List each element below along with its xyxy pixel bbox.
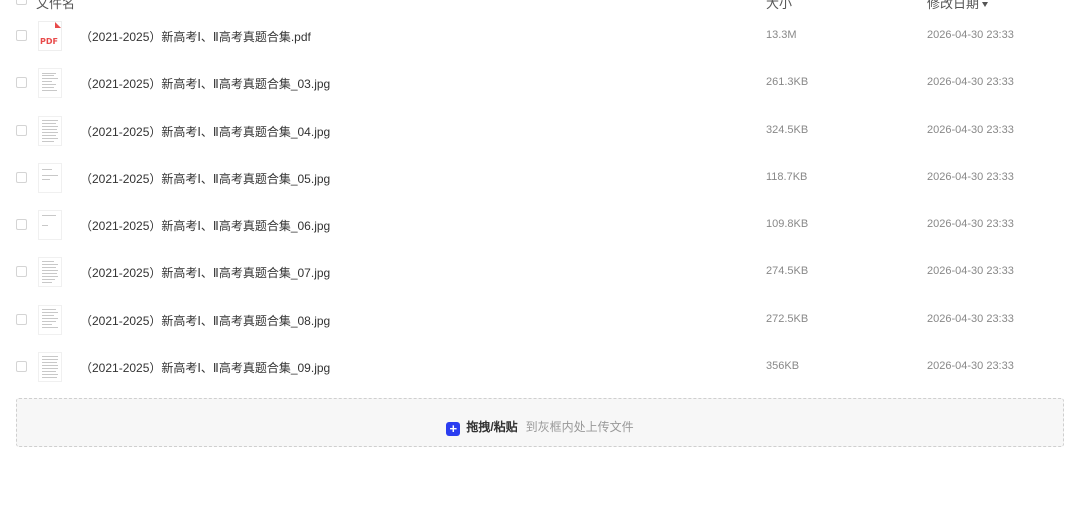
upload-dropzone-content: + 拖拽/粘贴 到灰框内处上传文件 (17, 418, 1063, 436)
row-checkbox[interactable] (16, 30, 27, 41)
file-modified-date: 2026-04-30 23:33 (927, 218, 1014, 231)
upload-dropzone[interactable]: + 拖拽/粘贴 到灰框内处上传文件 (16, 398, 1064, 447)
file-size: 356KB (766, 360, 800, 373)
file-list: PDF （2021-2025）新高考Ⅰ、Ⅱ高考真题合集.pdf 13.3M 2026-… (0, 12, 1080, 390)
file-row[interactable]: （2021-2025）新高考Ⅰ、Ⅱ高考真题合集_07.jpg 274.5KB 202… (0, 248, 1080, 295)
file-name[interactable]: （2021-2025）新高考Ⅰ、Ⅱ高考真题合集_08.jpg (80, 312, 330, 329)
file-modified-date: 2026-04-30 23:33 (927, 76, 1014, 89)
pdf-file-icon: PDF (38, 21, 62, 51)
column-header-size[interactable]: 大小 (766, 0, 792, 12)
row-checkbox[interactable] (16, 171, 27, 183)
image-thumbnail (38, 304, 62, 335)
file-name[interactable]: （2021-2025）新高考Ⅰ、Ⅱ高考真题合集_04.jpg (80, 123, 330, 140)
file-row[interactable]: （2021-2025）新高考Ⅰ、Ⅱ高考真题合集_09.jpg 356KB 2026-… (0, 343, 1080, 390)
file-list-page: 文件名 大小 修改日期 PDF （2021-2025）新高考Ⅰ、Ⅱ高考真题合集.p… (0, 0, 1080, 523)
file-size: 274.5KB (766, 265, 809, 278)
file-name[interactable]: （2021-2025）新高考Ⅰ、Ⅱ高考真题合集_06.jpg (80, 217, 330, 234)
select-all-checkbox[interactable] (16, 0, 27, 5)
row-checkbox[interactable] (16, 77, 27, 89)
file-row[interactable]: （2021-2025）新高考Ⅰ、Ⅱ高考真题合集_08.jpg 272.5KB 202… (0, 296, 1080, 343)
file-list-header: 文件名 大小 修改日期 (0, 0, 1080, 11)
upload-action-label[interactable]: 拖拽/粘贴 (466, 420, 517, 434)
file-row[interactable]: （2021-2025）新高考Ⅰ、Ⅱ高考真题合集_03.jpg 261.3KB 202… (0, 59, 1080, 106)
image-thumbnail (38, 68, 62, 99)
file-row[interactable]: （2021-2025）新高考Ⅰ、Ⅱ高考真题合集_06.jpg 109.8KB 202… (0, 201, 1080, 248)
file-modified-date: 2026-04-30 23:33 (927, 29, 1014, 41)
image-thumbnail (38, 352, 62, 383)
row-checkbox[interactable] (16, 219, 27, 231)
upload-hint: 到灰框内处上传文件 (525, 420, 634, 434)
sort-down-icon[interactable] (982, 2, 989, 8)
row-checkbox[interactable] (16, 361, 27, 373)
row-checkbox[interactable] (16, 266, 27, 278)
plus-icon[interactable]: + (446, 422, 461, 436)
file-size: 261.3KB (766, 76, 809, 89)
file-name[interactable]: （2021-2025）新高考Ⅰ、Ⅱ高考真题合集_03.jpg (80, 75, 330, 92)
file-size: 109.8KB (766, 218, 809, 231)
image-thumbnail (38, 210, 62, 241)
file-row[interactable]: PDF （2021-2025）新高考Ⅰ、Ⅱ高考真题合集.pdf 13.3M 2026-… (0, 12, 1080, 59)
file-row[interactable]: （2021-2025）新高考Ⅰ、Ⅱ高考真题合集_04.jpg 324.5KB 202… (0, 107, 1080, 154)
file-modified-date: 2026-04-30 23:33 (927, 312, 1014, 325)
image-thumbnail (38, 115, 62, 146)
file-modified-date: 2026-04-30 23:33 (927, 360, 1014, 373)
row-checkbox[interactable] (16, 313, 27, 325)
file-size: 118.7KB (766, 170, 808, 183)
file-name[interactable]: （2021-2025）新高考Ⅰ、Ⅱ高考真题合集.pdf (80, 28, 311, 45)
column-header-date-label: 修改日期 (927, 0, 980, 11)
row-checkbox[interactable] (16, 124, 27, 136)
file-name[interactable]: （2021-2025）新高考Ⅰ、Ⅱ高考真题合集_05.jpg (80, 170, 330, 187)
image-thumbnail (38, 257, 62, 288)
file-row[interactable]: （2021-2025）新高考Ⅰ、Ⅱ高考真题合集_05.jpg 118.7KB 202… (0, 154, 1080, 201)
column-header-name[interactable]: 文件名 (36, 0, 75, 12)
column-header-date[interactable]: 修改日期 (927, 0, 989, 12)
file-modified-date: 2026-04-30 23:33 (927, 170, 1014, 183)
image-thumbnail (38, 162, 62, 193)
file-size: 13.3M (766, 29, 797, 41)
file-name[interactable]: （2021-2025）新高考Ⅰ、Ⅱ高考真题合集_07.jpg (80, 264, 330, 281)
file-modified-date: 2026-04-30 23:33 (927, 265, 1014, 278)
file-size: 324.5KB (766, 123, 809, 136)
file-size: 272.5KB (766, 312, 809, 325)
file-modified-date: 2026-04-30 23:33 (927, 123, 1014, 136)
file-name[interactable]: （2021-2025）新高考Ⅰ、Ⅱ高考真题合集_09.jpg (80, 359, 330, 376)
